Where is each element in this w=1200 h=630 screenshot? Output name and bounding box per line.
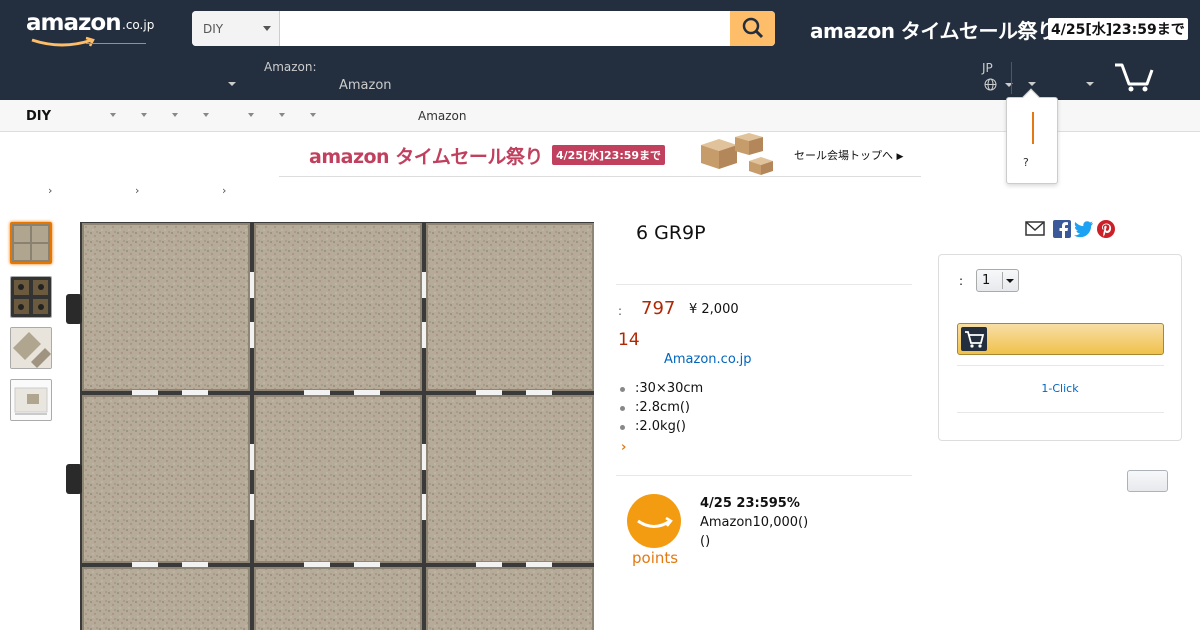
feature-bullets: :30×30cm :2.8cm() :2.0kg()	[620, 381, 703, 438]
sale-banner-date: 4/25[水]23:59まで	[1048, 18, 1188, 40]
globe-icon[interactable]	[984, 78, 997, 91]
promo-banner-date: 4/25[水]23:59まで	[552, 145, 666, 165]
facebook-icon[interactable]	[1053, 220, 1071, 238]
feature-bullet: :2.8cm()	[620, 400, 703, 419]
chevron-down-icon[interactable]	[279, 113, 285, 117]
feature-bullet: :30×30cm	[620, 381, 703, 400]
cart-button-icon	[961, 327, 987, 351]
promo-sale-link-text: セール会場トップへ	[794, 149, 893, 162]
search-button[interactable]	[730, 11, 775, 46]
search-icon	[742, 17, 763, 39]
ceramic-tile-image	[66, 222, 594, 630]
sale-banner-header[interactable]: amazon タイムセール祭り 4/25[水]23:59まで	[808, 14, 1190, 44]
points-promo-headline: 4/25 23:595%	[700, 496, 800, 511]
list-price: ¥ 2,000	[689, 302, 739, 317]
search-input[interactable]	[281, 11, 730, 46]
logo-domain: .co.jp	[122, 18, 155, 32]
promo-banner-title: amazon タイムセール祭り	[309, 146, 543, 168]
points-badge-label: points	[632, 549, 679, 567]
chevron-down-icon[interactable]	[310, 113, 316, 117]
category-amazon-link[interactable]: Amazon	[418, 109, 467, 123]
divider	[616, 475, 912, 476]
amazon-logo[interactable]: amazon .co.jp	[26, 10, 161, 47]
orders-chevron-down-icon[interactable]	[1086, 82, 1094, 86]
promo-banner[interactable]: amazon タイムセール祭り 4/25[水]23:59まで セール会場トップへ…	[279, 131, 921, 177]
points-promo-note: ()	[700, 534, 711, 549]
one-click-link[interactable]: 1-Click	[939, 382, 1181, 395]
main-product-image[interactable]	[62, 222, 594, 630]
tile-thumbnail-image	[12, 224, 50, 262]
chevron-down-icon[interactable]	[228, 82, 236, 86]
top-navigation-bar: amazon .co.jp DIY amazon タイムセール祭り 4/25[水…	[0, 0, 1200, 100]
thumbnail-1[interactable]	[10, 222, 52, 264]
thumbnail-3[interactable]	[10, 327, 52, 369]
points-promo-detail: Amazon10,000()	[700, 515, 809, 530]
see-more-chevron-icon[interactable]: ›	[621, 440, 626, 455]
thumbnail-4[interactable]	[10, 379, 52, 421]
cart-icon[interactable]	[1113, 62, 1155, 92]
boxes-icon	[701, 133, 773, 175]
popover-help-text[interactable]: ?	[1023, 156, 1029, 169]
seller-link[interactable]: Amazon.co.jp	[664, 352, 752, 367]
tile-back-thumbnail-image	[11, 277, 51, 317]
popover-accent-bar	[1032, 112, 1034, 144]
nav-divider	[1011, 62, 1012, 94]
tile-angle-thumbnail-image	[11, 328, 51, 368]
breadcrumb-separator: ›	[48, 184, 53, 197]
divider	[616, 284, 912, 285]
logo-wordmark: amazon	[26, 10, 122, 36]
quantity-label: :	[959, 274, 964, 288]
quantity-value: 1	[982, 273, 991, 288]
chevron-down-icon[interactable]	[141, 113, 147, 117]
account-chevron-down-icon[interactable]	[1028, 82, 1036, 86]
points-amount: 14	[618, 330, 640, 350]
mail-icon[interactable]	[1025, 220, 1045, 238]
add-to-cart-button[interactable]	[957, 323, 1164, 355]
breadcrumb-separator: ›	[135, 184, 140, 197]
product-price: 797	[641, 298, 676, 319]
twitter-icon[interactable]	[1074, 220, 1094, 238]
breadcrumb-separator: ›	[222, 184, 227, 197]
divider	[957, 365, 1164, 366]
account-popover: ?	[1006, 88, 1058, 184]
chevron-down-icon[interactable]	[203, 113, 209, 117]
search-category-dropdown[interactable]: DIY	[192, 11, 280, 46]
buy-box: : 1 1-Click	[938, 254, 1182, 441]
deliver-to-label: Amazon:	[264, 60, 317, 74]
chevron-down-icon[interactable]	[172, 113, 178, 117]
language-code[interactable]: JP	[982, 61, 993, 75]
category-diy[interactable]: DIY	[26, 109, 51, 124]
divider	[957, 412, 1164, 413]
sale-banner-title: amazon タイムセール祭り	[810, 19, 1057, 43]
quantity-select[interactable]: 1	[976, 269, 1019, 292]
deliver-to-value[interactable]: Amazon	[339, 78, 392, 93]
tile-scene-thumbnail-image	[11, 380, 51, 420]
product-title: 6 GR9P	[636, 222, 706, 244]
chevron-down-icon	[263, 26, 271, 31]
search-bar: DIY	[192, 11, 775, 46]
logo-underline	[86, 43, 146, 44]
chevron-down-icon[interactable]	[248, 113, 254, 117]
search-category-label: DIY	[203, 22, 224, 36]
secondary-button[interactable]	[1127, 470, 1168, 492]
thumbnail-2[interactable]	[10, 276, 52, 318]
promo-sale-link[interactable]: セール会場トップへ ▶	[794, 147, 903, 163]
price-label: :	[618, 304, 623, 318]
chevron-down-icon[interactable]	[110, 113, 116, 117]
caret-right-icon: ▶	[896, 152, 904, 162]
feature-bullet: :2.0kg()	[620, 419, 703, 438]
pinterest-icon[interactable]	[1097, 220, 1115, 238]
chevron-down-icon	[1002, 272, 1016, 289]
